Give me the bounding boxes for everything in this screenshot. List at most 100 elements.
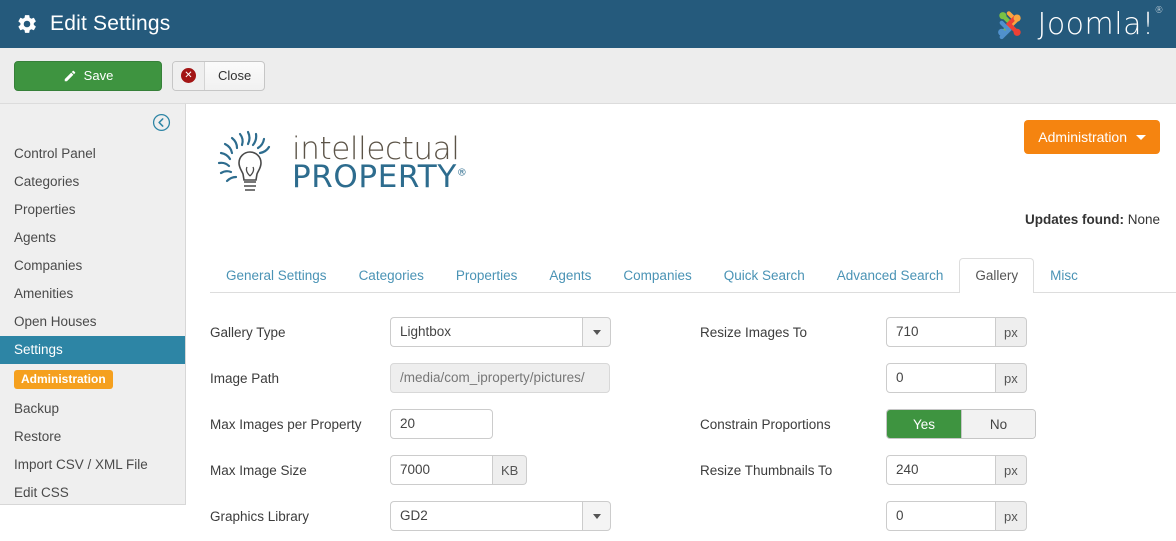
tab-misc[interactable]: Misc — [1034, 258, 1094, 293]
max-image-size-unit: KB — [493, 455, 528, 485]
max-image-size-input[interactable]: 7000 — [390, 455, 493, 485]
sidebar-item-amenities[interactable]: Amenities — [0, 280, 185, 308]
sidebar-item-control-panel[interactable]: Control Panel — [0, 140, 185, 168]
sidebar-item-backup[interactable]: Backup — [0, 395, 185, 423]
resize-images-width-input[interactable]: 710 — [886, 317, 996, 347]
close-button[interactable]: ✕ Close — [172, 60, 266, 91]
brand-logo: intellectual PROPERTY® — [210, 120, 467, 200]
page-body: Control Panel Categories Properties Agen… — [0, 104, 1176, 541]
save-button[interactable]: Save — [14, 60, 162, 91]
graphics-library-chevron-down-icon[interactable] — [582, 501, 611, 531]
resize-thumbnails-height-control: 0 px — [886, 501, 1027, 531]
tab-advanced-search[interactable]: Advanced Search — [821, 258, 960, 293]
sidebar-item-import-csv-xml[interactable]: Import CSV / XML File — [0, 451, 185, 479]
resize-images-width-control: 710 px — [886, 317, 1027, 347]
brand-text: intellectual PROPERTY® — [292, 133, 467, 193]
administration-button-label: Administration — [1038, 129, 1127, 145]
sidebar-item-categories[interactable]: Categories — [0, 168, 185, 196]
tab-general-settings[interactable]: General Settings — [210, 258, 343, 293]
sidebar-administration-row: Administration — [0, 364, 185, 395]
resize-images-label: Resize Images To — [700, 324, 808, 340]
tab-properties[interactable]: Properties — [440, 258, 534, 293]
sidebar-item-companies[interactable]: Companies — [0, 252, 185, 280]
graphics-library-select[interactable]: GD2 — [390, 501, 611, 531]
max-image-size-label: Max Image Size — [210, 462, 307, 478]
close-button-label: Close — [218, 68, 252, 83]
form-column-left: Gallery Type Lightbox Image Path /media/… — [210, 309, 700, 539]
constrain-no-option[interactable]: No — [961, 410, 1035, 438]
field-constrain-proportions: Constrain Proportions Yes No — [700, 401, 1100, 447]
save-button-label: Save — [83, 68, 114, 83]
image-path-input: /media/com_iproperty/pictures/ — [390, 363, 610, 393]
field-graphics-library: Graphics Library GD2 — [210, 493, 700, 539]
gallery-settings-form: Gallery Type Lightbox Image Path /media/… — [210, 293, 1176, 539]
field-gallery-type: Gallery Type Lightbox — [210, 309, 700, 355]
gallery-type-value: Lightbox — [390, 317, 582, 347]
updates-found-status: Updates found: None — [1024, 212, 1160, 227]
field-resize-thumbnails-width: Resize Thumbnails To 240 px — [700, 447, 1100, 493]
joomla-mark-icon — [998, 11, 1022, 40]
app-header: Edit Settings Joomla!® — [0, 0, 1176, 48]
constrain-yes-option[interactable]: Yes — [887, 410, 961, 438]
sidebar-item-restore[interactable]: Restore — [0, 423, 185, 451]
max-images-input[interactable]: 20 — [390, 409, 493, 439]
constrain-proportions-toggle[interactable]: Yes No — [886, 409, 1036, 439]
gallery-type-label: Gallery Type — [210, 324, 286, 340]
image-path-label: Image Path — [210, 370, 280, 386]
settings-tabs: General Settings Categories Properties A… — [210, 257, 1176, 293]
content-header: intellectual PROPERTY® Administration Up… — [210, 120, 1176, 227]
resize-images-height-control: 0 px — [886, 363, 1027, 393]
tab-companies[interactable]: Companies — [607, 258, 707, 293]
constrain-proportions-label: Constrain Proportions — [700, 416, 831, 432]
sidebar-item-settings[interactable]: Settings — [0, 336, 185, 364]
resize-images-height-unit: px — [996, 363, 1027, 393]
resize-thumbnails-width-unit: px — [996, 455, 1027, 485]
updates-found-value: None — [1127, 212, 1160, 227]
resize-thumbnails-width-control: 240 px — [886, 455, 1027, 485]
circle-left-arrow-icon[interactable] — [152, 113, 171, 132]
tab-quick-search[interactable]: Quick Search — [708, 258, 821, 293]
lightbulb-sun-icon — [217, 130, 271, 191]
graphics-library-value: GD2 — [390, 501, 582, 531]
field-resize-images-height: 0 px — [700, 355, 1100, 401]
resize-images-height-input[interactable]: 0 — [886, 363, 996, 393]
max-image-size-control: 7000 KB — [390, 455, 528, 485]
joomla-brand-text: Joomla! — [1037, 6, 1155, 42]
field-image-path: Image Path /media/com_iproperty/pictures… — [210, 355, 700, 401]
sidebar: Control Panel Categories Properties Agen… — [0, 104, 186, 505]
sidebar-item-open-houses[interactable]: Open Houses — [0, 308, 185, 336]
tab-agents[interactable]: Agents — [533, 258, 607, 293]
sidebar-collapse-row — [0, 110, 185, 140]
tab-categories[interactable]: Categories — [343, 258, 440, 293]
joomla-wordmark: Joomla!® — [1037, 5, 1164, 42]
field-max-image-size: Max Image Size 7000 KB — [210, 447, 700, 493]
joomla-logo: Joomla!® — [991, 5, 1164, 43]
gallery-type-select[interactable]: Lightbox — [390, 317, 611, 347]
resize-thumbnails-height-input[interactable]: 0 — [886, 501, 996, 531]
field-resize-images-width: Resize Images To 710 px — [700, 309, 1100, 355]
resize-thumbnails-height-unit: px — [996, 501, 1027, 531]
resize-images-width-unit: px — [996, 317, 1027, 347]
form-column-right: Resize Images To 710 px 0 px Constrain P… — [700, 309, 1100, 539]
sidebar-administration-badge[interactable]: Administration — [14, 370, 113, 389]
sidebar-item-edit-css[interactable]: Edit CSS — [0, 479, 185, 507]
graphics-library-label: Graphics Library — [210, 508, 310, 524]
gear-icon — [14, 11, 40, 37]
image-path-control: /media/com_iproperty/pictures/ — [390, 363, 610, 393]
field-resize-thumbnails-height: 0 px — [700, 493, 1100, 539]
max-images-label: Max Images per Property — [210, 416, 362, 432]
resize-thumbnails-width-input[interactable]: 240 — [886, 455, 996, 485]
close-circle-icon: ✕ — [173, 61, 205, 90]
updates-found-label: Updates found: — [1024, 212, 1124, 227]
gallery-type-chevron-down-icon[interactable] — [582, 317, 611, 347]
max-images-control: 20 — [390, 409, 493, 439]
tab-gallery[interactable]: Gallery — [959, 258, 1035, 293]
constrain-proportions-control: Yes No — [886, 409, 1036, 439]
toolbar: Save ✕ Close — [0, 48, 1176, 104]
registered-mark: ® — [1154, 5, 1164, 16]
sidebar-item-agents[interactable]: Agents — [0, 224, 185, 252]
caret-down-icon — [1136, 134, 1146, 140]
content-header-right: Administration Updates found: None — [1024, 120, 1168, 227]
administration-dropdown-button[interactable]: Administration — [1024, 120, 1160, 154]
sidebar-item-properties[interactable]: Properties — [0, 196, 185, 224]
